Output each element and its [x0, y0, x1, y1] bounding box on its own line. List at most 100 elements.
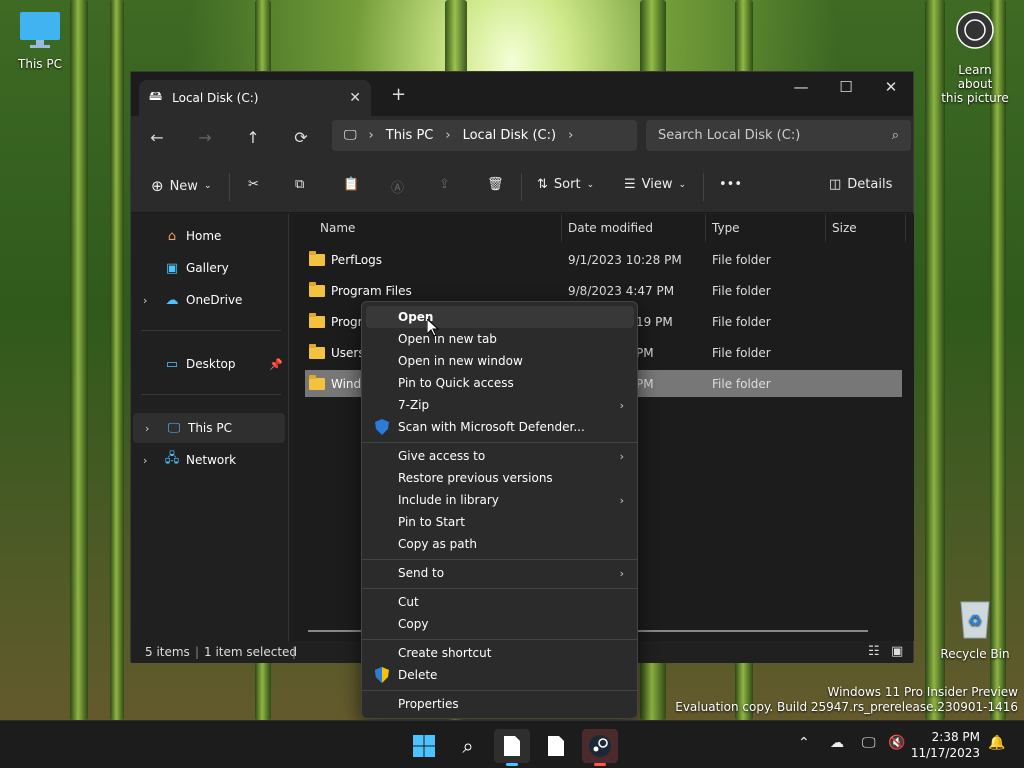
- chevron-right-icon: ›: [619, 398, 624, 412]
- sidebar-item-onedrive[interactable]: › ☁ OneDrive: [131, 285, 287, 315]
- sidebar-item-this-pc[interactable]: › 🖵 This PC: [133, 413, 285, 443]
- new-tab-button[interactable]: +: [391, 84, 406, 105]
- column-header-name[interactable]: Name: [314, 214, 562, 242]
- column-header-date[interactable]: Date modified: [562, 214, 706, 242]
- recycle-bin-desktop-icon[interactable]: ♻ Recycle Bin: [940, 596, 1010, 661]
- folder-icon: [309, 374, 325, 390]
- menu-item-restore-versions[interactable]: Restore previous versions: [366, 467, 634, 489]
- table-row[interactable]: Program Files 9/8/2023 4:47 PM File fold…: [305, 277, 902, 304]
- evaluation-watermark: Windows 11 Pro Insider Preview Evaluatio…: [675, 685, 1018, 715]
- breadcrumb-local-disk[interactable]: Local Disk (C:): [463, 128, 556, 143]
- start-button[interactable]: [406, 729, 442, 763]
- search-icon: ⌕: [462, 734, 474, 758]
- table-row[interactable]: PerfLogs 9/1/2023 10:28 PM File folder: [305, 246, 902, 273]
- file-name: PerfLogs: [331, 252, 383, 267]
- file-type: File folder: [712, 345, 771, 360]
- menu-item-pin-quick-access[interactable]: Pin to Quick access: [366, 372, 634, 394]
- menu-item-open-new-window[interactable]: Open in new window: [366, 350, 634, 372]
- file-date: 9/1/2023 10:28 PM: [568, 252, 682, 267]
- menu-item-copy[interactable]: Copy: [366, 613, 634, 635]
- steam-icon: [589, 735, 611, 757]
- see-more-button[interactable]: •••: [719, 177, 742, 192]
- chevron-right-icon: ›: [619, 566, 624, 580]
- menu-item-send-to[interactable]: Send to ›: [366, 562, 634, 584]
- this-pc-desktop-icon[interactable]: This PC: [12, 10, 68, 71]
- menu-item-cut[interactable]: Cut: [366, 591, 634, 613]
- menu-item-scan-defender[interactable]: Scan with Microsoft Defender...: [366, 416, 634, 438]
- cut-icon[interactable]: ✂: [248, 177, 259, 192]
- close-tab-icon[interactable]: ✕: [349, 90, 361, 106]
- maximize-button[interactable]: ☐: [831, 78, 861, 96]
- active-indicator: [594, 763, 606, 766]
- share-icon[interactable]: ⇪: [439, 177, 450, 192]
- menu-item-label: Scan with Microsoft Defender...: [398, 420, 585, 434]
- menu-item-label: Cut: [398, 595, 419, 609]
- back-arrow-icon[interactable]: ←: [145, 128, 169, 147]
- details-view-icon[interactable]: ☷: [868, 644, 880, 659]
- view-button[interactable]: ☰ View ⌄: [624, 177, 686, 192]
- minimize-button[interactable]: —: [786, 78, 816, 96]
- close-window-button[interactable]: ✕: [876, 78, 906, 96]
- sidebar-item-gallery[interactable]: ▣ Gallery: [131, 253, 287, 283]
- chevron-right-icon[interactable]: ›: [145, 422, 149, 435]
- defender-shield-icon: [374, 419, 390, 435]
- column-header-type[interactable]: Type: [706, 214, 826, 242]
- learn-about-picture-icon[interactable]: Learn about this picture: [940, 10, 1010, 105]
- menu-item-give-access[interactable]: Give access to ›: [366, 445, 634, 467]
- tab-local-disk[interactable]: 🖴 Local Disk (C:) ✕: [139, 80, 371, 116]
- search-box[interactable]: Search Local Disk (C:) ⌕: [646, 120, 911, 151]
- sidebar-item-network[interactable]: › 🖧 Network: [131, 445, 287, 475]
- network-icon[interactable]: 🖵: [862, 735, 876, 751]
- menu-item-delete[interactable]: Delete: [366, 664, 634, 686]
- chevron-up-icon[interactable]: ⌃: [798, 735, 810, 751]
- clock[interactable]: 2:38 PM 11/17/2023: [911, 729, 980, 761]
- learn-label-2: this picture: [941, 91, 1009, 105]
- menu-item-include-library[interactable]: Include in library ›: [366, 489, 634, 511]
- menu-item-copy-path[interactable]: Copy as path: [366, 533, 634, 555]
- tiles-view-icon[interactable]: ▣: [891, 644, 903, 659]
- breadcrumb-chevron-icon[interactable]: ›: [568, 128, 573, 143]
- file-type: File folder: [712, 376, 771, 391]
- forward-arrow-icon[interactable]: →: [193, 128, 217, 147]
- sort-button[interactable]: ⇅ Sort ⌄: [537, 177, 594, 192]
- menu-item-create-shortcut[interactable]: Create shortcut: [366, 642, 634, 664]
- chevron-right-icon[interactable]: ›: [143, 294, 147, 307]
- column-header-size[interactable]: Size: [826, 214, 906, 242]
- menu-item-properties[interactable]: Properties: [366, 693, 634, 715]
- paste-icon[interactable]: 📋: [343, 177, 359, 192]
- sidebar-item-home[interactable]: ⌂ Home: [131, 221, 287, 251]
- file-explorer-taskbar-button[interactable]: [494, 729, 530, 766]
- file-type: File folder: [712, 283, 771, 298]
- notification-bell-icon[interactable]: 🔔: [988, 735, 1005, 751]
- admin-shield-icon: [374, 667, 390, 683]
- menu-item-open-new-tab[interactable]: Open in new tab: [366, 328, 634, 350]
- file-type: File folder: [712, 252, 771, 267]
- divider: [521, 173, 522, 201]
- chevron-right-icon: ›: [619, 493, 624, 507]
- search-button[interactable]: ⌕: [450, 729, 486, 763]
- refresh-icon[interactable]: ⟳: [289, 128, 313, 147]
- onedrive-offline-icon[interactable]: ☁: [830, 735, 844, 751]
- menu-item-7zip[interactable]: 7-Zip ›: [366, 394, 634, 416]
- notepad-taskbar-button[interactable]: [538, 729, 574, 763]
- address-bar[interactable]: 🖵 › This PC › Local Disk (C:) ›: [332, 120, 637, 151]
- details-button[interactable]: ◫ Details: [829, 177, 892, 192]
- chevron-right-icon[interactable]: ›: [143, 454, 147, 467]
- sidebar-item-desktop[interactable]: ▭ Desktop 📌: [131, 349, 287, 379]
- chevron-right-icon: ›: [619, 449, 624, 463]
- steam-taskbar-button[interactable]: [582, 729, 618, 766]
- breadcrumb-this-pc[interactable]: This PC: [386, 128, 434, 143]
- menu-item-open[interactable]: Open: [366, 306, 634, 328]
- delete-icon[interactable]: 🗑: [487, 177, 504, 192]
- volume-muted-icon[interactable]: 🔇: [888, 735, 905, 751]
- view-icon: ☰: [624, 177, 636, 192]
- folder-icon: [309, 281, 325, 297]
- recycle-bin-icon: ♻: [960, 601, 990, 639]
- menu-item-label: Properties: [398, 697, 459, 711]
- rename-icon[interactable]: Ⓐ: [391, 177, 404, 196]
- copy-icon[interactable]: ⧉: [295, 177, 304, 192]
- new-button[interactable]: ⊕ New ⌄: [151, 177, 211, 195]
- sidebar-item-label: Gallery: [186, 261, 229, 275]
- up-arrow-icon[interactable]: ↑: [241, 128, 265, 147]
- menu-item-pin-start[interactable]: Pin to Start: [366, 511, 634, 533]
